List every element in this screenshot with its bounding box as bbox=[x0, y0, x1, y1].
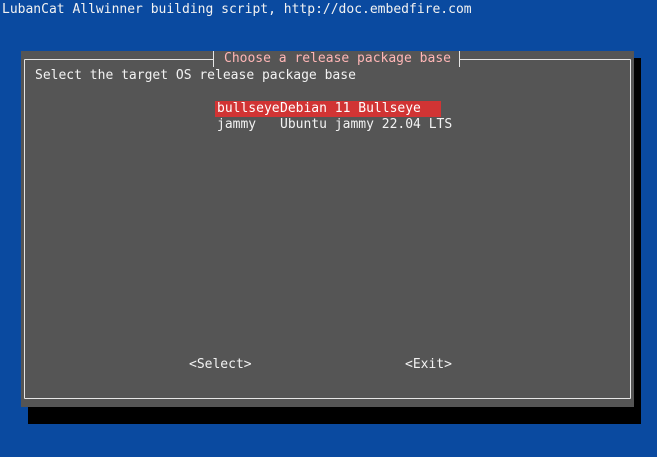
menu-item-tag: jammy bbox=[217, 117, 257, 132]
release-package-dialog: Choose a release package base Select the… bbox=[21, 51, 634, 407]
menu-item-tag: bullseye bbox=[217, 101, 280, 116]
terminal-screen: { "backtitle": "LubanCat Allwinner build… bbox=[0, 0, 657, 457]
menu-item-description: Ubuntu jammy 22.04 LTS bbox=[280, 117, 453, 132]
select-button[interactable]: <Select> bbox=[189, 357, 252, 373]
menu-item-bullseye[interactable]: bullseyeDebian 11 Bullseye bbox=[215, 101, 441, 117]
exit-button[interactable]: <Exit> bbox=[405, 357, 452, 373]
menu-item-jammy[interactable]: jammy Ubuntu jammy 22.04 LTS bbox=[215, 117, 452, 133]
dialog-prompt: Select the target OS release package bas… bbox=[35, 68, 356, 83]
menu-item-description: Debian 11 Bullseye bbox=[280, 101, 421, 116]
release-menu: bullseyeDebian 11 Bullseye jammy Ubuntu j… bbox=[215, 101, 452, 133]
back-title: LubanCat Allwinner building script, http… bbox=[2, 2, 472, 17]
dialog-title: Choose a release package base bbox=[213, 51, 460, 67]
